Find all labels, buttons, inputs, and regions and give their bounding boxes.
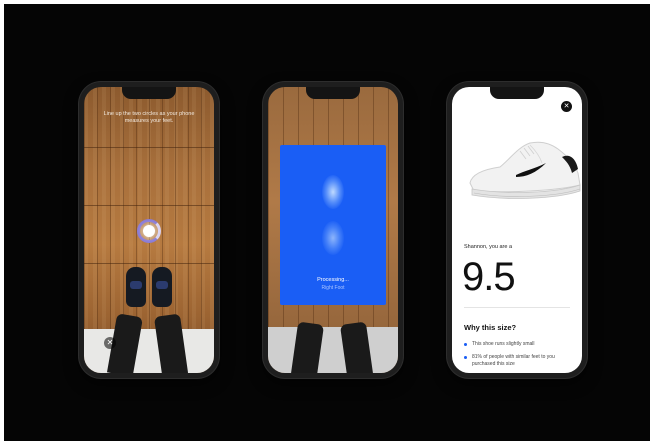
sneaker-image bbox=[469, 141, 581, 199]
baseboard bbox=[268, 327, 398, 373]
left-shoe bbox=[126, 267, 146, 307]
processing-view: Processing... Right Foot bbox=[268, 87, 398, 373]
plank-joint bbox=[84, 147, 214, 148]
baseboard bbox=[84, 329, 214, 373]
processing-substatus: Right Foot bbox=[321, 285, 345, 291]
phone-notch bbox=[306, 87, 360, 99]
close-icon[interactable]: ✕ bbox=[104, 337, 116, 349]
foot-scan-glow bbox=[322, 175, 344, 209]
reason-item: This shoe runs slightly small bbox=[464, 341, 574, 348]
phone-measure: Line up the two circles as your phone me… bbox=[79, 82, 219, 378]
plank-joint bbox=[84, 205, 214, 206]
camera-view: Line up the two circles as your phone me… bbox=[84, 87, 214, 373]
processing-status: Processing... bbox=[317, 277, 349, 283]
right-shoe bbox=[152, 267, 172, 307]
plank-joint bbox=[84, 263, 214, 264]
close-icon[interactable]: ✕ bbox=[561, 101, 572, 112]
measure-instruction: Line up the two circles as your phone me… bbox=[103, 111, 195, 124]
reason-item: 81% of people with similar feet to you p… bbox=[464, 354, 574, 368]
phone-processing: Processing... Right Foot bbox=[263, 82, 403, 378]
phone-notch bbox=[122, 87, 176, 99]
mockup-canvas: Line up the two circles as your phone me… bbox=[4, 4, 650, 441]
phone-result: ✕ Shannon, you are a 9.5 Why this size? … bbox=[447, 82, 587, 378]
recommended-size: 9.5 bbox=[462, 255, 516, 299]
phone-notch bbox=[490, 87, 544, 99]
scan-target-dot bbox=[143, 225, 155, 237]
foot-scan-glow bbox=[322, 221, 344, 255]
processing-card: Processing... Right Foot bbox=[280, 145, 386, 305]
result-view: ✕ Shannon, you are a 9.5 Why this size? … bbox=[452, 87, 582, 373]
reason-list: This shoe runs slightly small 81% of peo… bbox=[464, 341, 574, 373]
size-greeting: Shannon, you are a bbox=[464, 244, 513, 250]
divider bbox=[464, 307, 570, 308]
why-size-heading: Why this size? bbox=[464, 323, 517, 332]
